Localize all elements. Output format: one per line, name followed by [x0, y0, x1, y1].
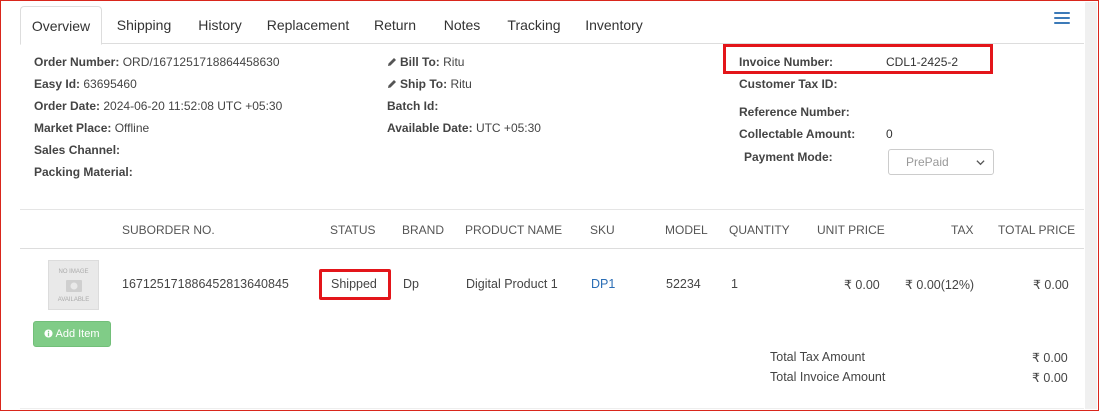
available-date-value: UTC +05:30 — [475, 121, 541, 135]
bill-to-label: Bill To: — [400, 55, 440, 69]
header-unit-price: UNIT PRICE — [817, 223, 885, 237]
header-product-name: PRODUCT NAME — [465, 223, 563, 237]
order-panel: Overview Shipping History Replacement Re… — [20, 4, 1084, 409]
payment-mode-select[interactable]: PrePaid — [888, 149, 994, 175]
invoice-number-value: CDL1-2425-2 — [886, 55, 959, 69]
sales-channel-row: Sales Channel: — [34, 143, 120, 157]
order-date-value: 2024-06-20 11:52:08 UTC +05:30 — [103, 99, 283, 113]
cell-product-name: Digital Product 1 — [466, 277, 558, 291]
market-place-label: Market Place: — [34, 121, 112, 135]
invoice-number-label: Invoice Number: — [739, 55, 833, 69]
pencil-icon[interactable] — [387, 79, 397, 89]
order-date-label: Order Date: — [34, 99, 101, 113]
cell-quantity: 1 — [731, 277, 738, 291]
easy-id-value: 63695460 — [83, 77, 137, 91]
header-quantity: QUANTITY — [729, 223, 790, 237]
table-top-divider — [20, 209, 1084, 210]
info-circle-icon — [44, 329, 54, 338]
ship-to-value: Ritu — [450, 77, 472, 91]
tab-shipping[interactable]: Shipping — [104, 6, 184, 44]
order-number-value: ORD/16712517188644586​30 — [122, 55, 280, 69]
customer-tax-id-label: Customer Tax ID: — [739, 77, 837, 91]
chevron-down-icon — [976, 160, 985, 166]
market-place-value: Offline — [114, 121, 150, 135]
header-model: MODEL — [665, 223, 708, 237]
header-status: STATUS — [330, 223, 376, 237]
collectable-amount-value: 0 — [886, 127, 893, 141]
tab-bar: Overview Shipping History Replacement Re… — [20, 4, 1084, 45]
packing-material-label: Packing Material: — [34, 165, 133, 179]
payment-mode-label: Payment Mode: — [744, 150, 833, 164]
cell-status: Shipped — [331, 277, 377, 291]
hamburger-menu-icon[interactable] — [1054, 12, 1070, 26]
tab-replacement[interactable]: Replacement — [260, 6, 356, 44]
tab-inventory[interactable]: Inventory — [579, 6, 649, 44]
order-number-label: Order Number: — [34, 55, 120, 69]
total-tax-value: ₹ 0.00 — [1032, 351, 1068, 365]
packing-material-row: Packing Material: — [34, 165, 133, 179]
header-sku: SKU — [590, 223, 615, 237]
cell-unit-price: ₹ 0.00 — [844, 278, 880, 292]
cell-brand: Dp — [403, 277, 419, 291]
order-detail-window: Overview Shipping History Replacement Re… — [0, 0, 1099, 411]
easy-id-label: Easy Id: — [34, 77, 81, 91]
cell-total-price: ₹ 0.00 — [1033, 278, 1069, 292]
add-item-button[interactable]: Add Item — [33, 321, 111, 347]
reference-number-label-text: Reference Number: — [739, 105, 850, 119]
available-date-row: Available Date: UTC +05:30 — [387, 121, 541, 135]
add-item-label: Add Item — [55, 328, 100, 340]
ship-to-row: Ship To: Ritu — [387, 77, 472, 91]
image-placeholder-icon — [66, 280, 82, 292]
bill-to-value: Ritu — [443, 55, 465, 69]
order-date-row: Order Date: 2024-06-20 11:52:08 UTC +05:… — [34, 99, 282, 113]
table-header-divider — [20, 248, 1084, 249]
no-image-text: NO IMAGE — [58, 269, 89, 275]
scrollbar[interactable] — [1085, 2, 1097, 409]
sales-channel-label: Sales Channel: — [34, 143, 121, 157]
batch-id-label: Batch Id: — [387, 99, 439, 113]
order-number-row: Order Number: ORD/16712517188644586​30 — [34, 55, 280, 69]
cell-suborder: 167125171886452813640845 — [122, 277, 289, 291]
payment-mode-label-text: Payment Mode: — [744, 150, 833, 164]
header-tax: TAX — [951, 223, 974, 237]
product-image-placeholder: NO IMAGE AVAILABLE — [48, 260, 99, 310]
easy-id-row: Easy Id: 63695460 — [34, 77, 137, 91]
tab-return[interactable]: Return — [366, 6, 424, 44]
tab-notes[interactable]: Notes — [436, 6, 488, 44]
total-tax-label: Total Tax Amount — [770, 350, 865, 364]
header-total-price: TOTAL PRICE — [998, 223, 1076, 237]
reference-number-label: Reference Number: — [739, 105, 850, 119]
tab-overview[interactable]: Overview — [20, 6, 102, 45]
ship-to-label: Ship To: — [400, 77, 448, 91]
payment-mode-selected: PrePaid — [906, 155, 949, 169]
collectable-amount-label: Collectable Amount: — [739, 127, 855, 141]
invoice-number-label-text: Invoice Number: — [739, 55, 834, 69]
available-date-label: Available Date: — [387, 121, 473, 135]
collectable-amount-label-text: Collectable Amount: — [739, 127, 856, 141]
cell-sku-link[interactable]: DP1 — [591, 277, 615, 291]
header-brand: BRAND — [402, 223, 445, 237]
market-place-row: Market Place: Offline — [34, 121, 149, 135]
cell-tax: ₹ 0.00(12%) — [905, 278, 975, 292]
bottom-divider — [20, 408, 1084, 409]
cell-model: 52234 — [666, 277, 701, 291]
total-invoice-label: Total Invoice Amount — [770, 370, 886, 384]
available-text: AVAILABLE — [57, 297, 90, 303]
tab-history[interactable]: History — [188, 6, 252, 44]
bill-to-row: Bill To: Ritu — [387, 55, 464, 69]
customer-tax-id-label-text: Customer Tax ID: — [739, 77, 838, 91]
pencil-icon[interactable] — [387, 57, 397, 67]
tab-tracking[interactable]: Tracking — [500, 6, 568, 44]
total-invoice-value: ₹ 0.00 — [1032, 371, 1068, 385]
batch-id-row: Batch Id: — [387, 99, 438, 113]
header-suborder: SUBORDER NO. — [122, 223, 215, 237]
